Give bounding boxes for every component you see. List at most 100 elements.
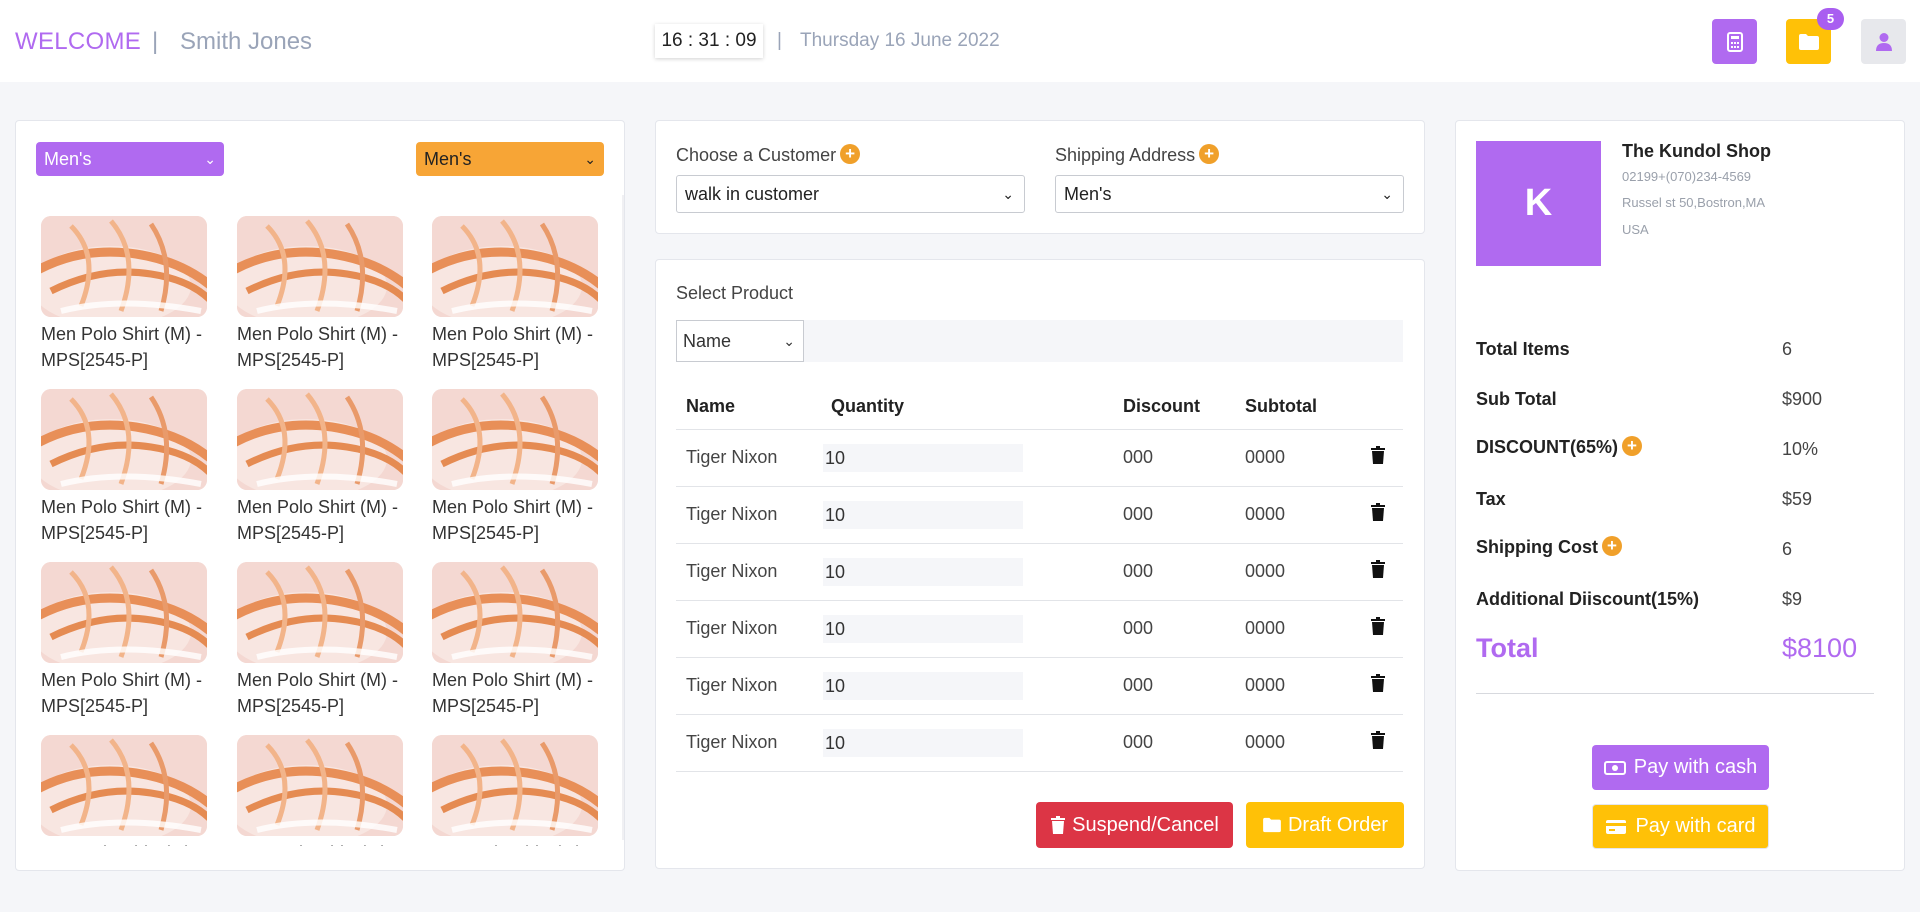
product-card[interactable]: Men Polo Shirt (M) - MPS[2545-P]: [432, 389, 601, 546]
product-card[interactable]: Men Polo Shirt (M) - MPS[2545-P]: [237, 562, 407, 719]
scrollbar-track[interactable]: [622, 195, 624, 840]
customer-select-value: walk in customer: [685, 184, 820, 204]
add-customer-icon[interactable]: +: [840, 144, 861, 164]
shoe-image: [432, 216, 598, 317]
product-name: Men Polo Shirt (M) - MPS[2545-P]: [41, 840, 211, 846]
shop-phone: 02199+(070)234-4569: [1622, 169, 1752, 184]
quantity-input[interactable]: 10: [823, 443, 1023, 472]
product-thumbnail: [432, 562, 598, 663]
tax-value: $59: [1782, 489, 1813, 509]
shoe-image: [41, 735, 207, 836]
quantity-input[interactable]: 10: [823, 671, 1023, 700]
product-grid: Men Polo Shirt (M) - MPS[2545-P] Men Polo…: [41, 216, 601, 846]
welcome-text: WELCOME: [15, 28, 142, 55]
quantity-input[interactable]: 10: [823, 614, 1023, 643]
cart-qty-cell: 10: [821, 429, 1113, 487]
product-name: Men Polo Shirt (M) - MPS[2545-P]: [432, 670, 594, 716]
user-icon: [1875, 32, 1892, 51]
product-card[interactable]: Men Polo Shirt (M) - MPS[2545-P]: [237, 216, 407, 373]
product-card[interactable]: Men Polo Shirt (M) - MPS[2545-P]: [237, 735, 407, 846]
product-catalog-panel: Men's ⌄ Men's ⌄ Men Polo Shirt (M) - MPS…: [15, 120, 625, 871]
category-select-right[interactable]: Men's ⌄: [416, 142, 604, 176]
sub-total-value: $900: [1782, 389, 1823, 409]
cart-item-discount: 000: [1113, 429, 1235, 487]
shop-country: USA: [1622, 222, 1649, 237]
product-name: Men Polo Shirt (M) - MPS[2545-P]: [432, 324, 594, 370]
user-name: Smith Jones: [180, 28, 313, 55]
user-menu-button[interactable]: [1861, 19, 1906, 64]
category-select-left[interactable]: Men's ⌄: [36, 142, 224, 176]
total-label: Total: [1476, 633, 1539, 663]
chevron-down-icon: ⌄: [783, 333, 795, 349]
customer-select[interactable]: walk in customer ⌄: [676, 175, 1025, 213]
add-discount-icon[interactable]: +: [1622, 436, 1643, 456]
suspend-cancel-label: Suspend/Cancel: [1072, 813, 1219, 836]
cart-item-discount: 000: [1113, 657, 1235, 715]
quantity-input[interactable]: 10: [823, 728, 1023, 757]
product-card[interactable]: Men Polo Shirt (M) - MPS[2545-P]: [237, 389, 407, 546]
column-header-actions: [1343, 384, 1403, 430]
draft-order-button[interactable]: Draft Order: [1246, 802, 1404, 848]
delete-row-button[interactable]: [1343, 714, 1403, 772]
product-thumbnail: [41, 735, 207, 836]
delete-row-button[interactable]: [1343, 657, 1403, 715]
additional-discount-value: $9: [1782, 589, 1803, 609]
product-thumbnail: [41, 389, 207, 490]
add-shipping-icon[interactable]: +: [1601, 536, 1622, 556]
cart-item-name: Tiger Nixon: [676, 600, 821, 658]
product-name: Men Polo Shirt (M) - MPS[2545-P]: [41, 670, 203, 716]
column-header-discount: Discount: [1113, 384, 1235, 430]
product-name: Men Polo Shirt (M) - MPS[2545-P]: [237, 670, 399, 716]
date-separator: |: [777, 30, 782, 51]
chevron-down-icon: ⌄: [1381, 186, 1393, 202]
product-name: Men Polo Shirt (M) - MPS[2545-P]: [237, 840, 407, 846]
shop-address: Russel st 50,Bostron,MA: [1622, 195, 1766, 210]
shipping-address-select[interactable]: Men's ⌄: [1055, 175, 1404, 213]
product-card[interactable]: Men Polo Shirt (M) - MPS[2545-P]: [432, 735, 601, 846]
shop-logo: K: [1476, 141, 1601, 266]
product-card[interactable]: Men Polo Shirt (M) - MPS[2545-P]: [41, 216, 211, 373]
cart-item-subtotal: 0000: [1235, 429, 1343, 487]
product-card[interactable]: Men Polo Shirt (M) - MPS[2545-P]: [432, 562, 601, 719]
cart-item-subtotal: 0000: [1235, 486, 1343, 544]
suspend-cancel-button[interactable]: Suspend/Cancel: [1036, 802, 1233, 848]
calculator-button[interactable]: [1712, 19, 1757, 64]
shoe-image: [237, 562, 403, 663]
search-by-select[interactable]: Name ⌄: [676, 320, 804, 362]
trash-icon: [1371, 731, 1385, 749]
delete-row-button[interactable]: [1343, 429, 1403, 487]
cart-panel: Select Product Name ⌄ Name Quantity Disc…: [655, 259, 1425, 869]
chevron-down-icon: ⌄: [1002, 186, 1014, 202]
shipping-cost-value: 6: [1782, 539, 1793, 559]
order-summary-panel: K The Kundol Shop 02199+(070)234-4569 Ru…: [1455, 120, 1905, 871]
shoe-image: [237, 735, 403, 836]
discount-label: DISCOUNT(65%) +: [1476, 436, 1643, 458]
cart-row: Tiger Nixon 10 000 0000: [676, 657, 1403, 715]
delete-row-button[interactable]: [1343, 486, 1403, 544]
delete-row-button[interactable]: [1343, 543, 1403, 601]
product-card[interactable]: Men Polo Shirt (M) - MPS[2545-P]: [41, 735, 211, 846]
quantity-input[interactable]: 10: [823, 557, 1023, 586]
calculator-icon: [1726, 31, 1743, 52]
shoe-image: [432, 735, 598, 836]
product-card[interactable]: Men Polo Shirt (M) - MPS[2545-P]: [41, 389, 211, 546]
pay-with-cash-button[interactable]: Pay with cash: [1592, 745, 1769, 790]
shoe-image: [41, 389, 207, 490]
add-address-icon[interactable]: +: [1199, 144, 1220, 164]
product-card[interactable]: Men Polo Shirt (M) - MPS[2545-P]: [432, 216, 601, 373]
product-thumbnail: [432, 389, 598, 490]
trash-icon: [1371, 446, 1385, 464]
product-card[interactable]: Men Polo Shirt (M) - MPS[2545-P]: [41, 562, 211, 719]
trash-icon: [1371, 674, 1385, 692]
delete-row-button[interactable]: [1343, 600, 1403, 658]
pay-with-card-button[interactable]: Pay with card: [1592, 804, 1769, 849]
product-thumbnail: [237, 562, 403, 663]
discount-value: 10%: [1782, 439, 1819, 459]
cart-qty-cell: 10: [821, 600, 1113, 658]
quantity-input[interactable]: 10: [823, 500, 1023, 529]
trash-icon: [1371, 560, 1385, 578]
cart-item-subtotal: 0000: [1235, 543, 1343, 601]
top-header: WELCOME | Smith Jones 16 : 31 : 09 | Thu…: [0, 0, 1920, 82]
shoe-image: [41, 562, 207, 663]
product-name: Men Polo Shirt (M) - MPS[2545-P]: [237, 497, 399, 543]
